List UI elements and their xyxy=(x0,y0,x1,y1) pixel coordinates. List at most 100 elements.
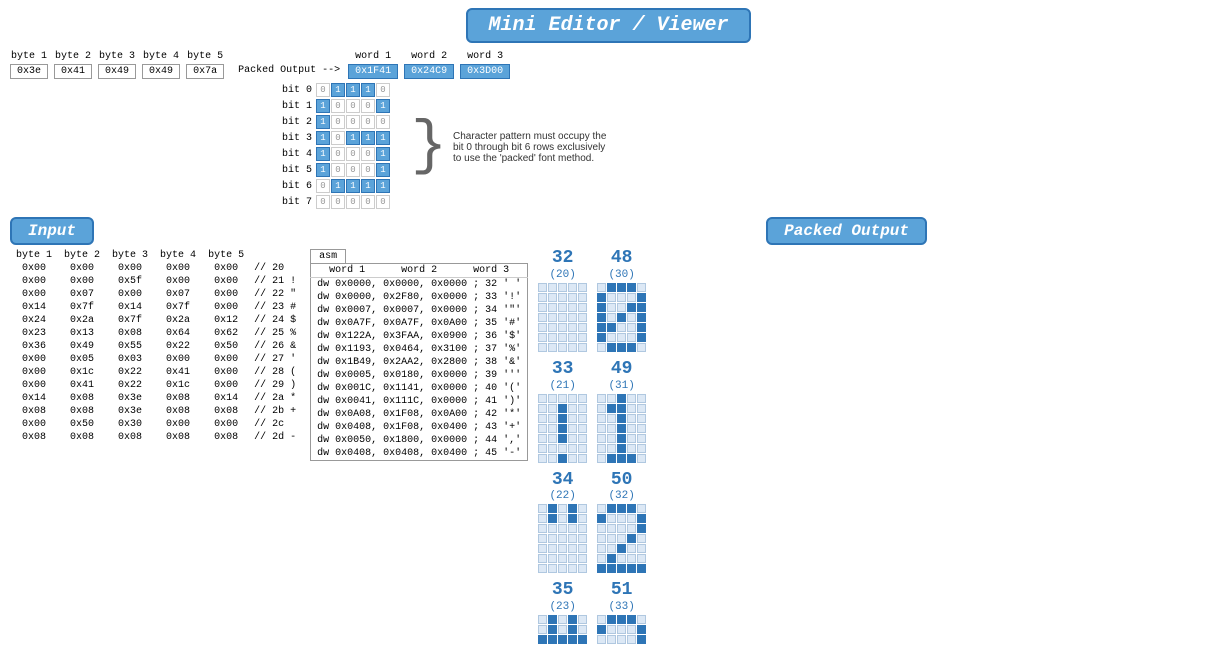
bit-cell-7-4[interactable]: 0 xyxy=(376,195,390,209)
bit-cell-0-4[interactable]: 0 xyxy=(376,83,390,97)
input-cell-4-3: 0x2a xyxy=(154,314,202,327)
input-cell-3-0: 0x14 xyxy=(10,301,58,314)
bit-cell-3-0[interactable]: 1 xyxy=(316,131,330,145)
char-cell-34-0-4 xyxy=(578,504,587,513)
char-cell-50-2-4 xyxy=(637,524,646,533)
bit-cell-5-1[interactable]: 0 xyxy=(331,163,345,177)
bit-cell-1-0[interactable]: 1 xyxy=(316,99,330,113)
char-cell-32-0-1 xyxy=(548,283,557,292)
bit-cell-6-4[interactable]: 1 xyxy=(376,179,390,193)
char-grid-50 xyxy=(597,504,646,573)
input-cell-10-2: 0x3e xyxy=(106,392,154,405)
char-cell-49-3-3 xyxy=(627,424,636,433)
char-cell-32-6-0 xyxy=(538,343,547,352)
bit-cell-4-3[interactable]: 0 xyxy=(361,147,375,161)
input-cell-3-1: 0x7f xyxy=(58,301,106,314)
bit-cell-2-4[interactable]: 0 xyxy=(376,115,390,129)
char-cell-49-0-4 xyxy=(637,394,646,403)
input-cell-6-5: // 26 & xyxy=(250,340,300,353)
char-cell-33-6-4 xyxy=(578,454,587,463)
bit-cell-0-2[interactable]: 1 xyxy=(346,83,360,97)
bit-cell-0-3[interactable]: 1 xyxy=(361,83,375,97)
char-cell-34-1-3 xyxy=(568,514,577,523)
char-cell-32-0-4 xyxy=(578,283,587,292)
char-num-34: 34 xyxy=(552,471,574,491)
input-label: Input xyxy=(10,217,94,245)
bit-cell-5-2[interactable]: 0 xyxy=(346,163,360,177)
asm-tab[interactable]: asm xyxy=(310,249,346,263)
char-cell-35-2-4 xyxy=(578,635,587,644)
table-row: 0x360x490x550x220x50// 26 & xyxy=(10,340,300,353)
bit-cell-4-1[interactable]: 0 xyxy=(331,147,345,161)
input-cell-11-5: // 2b + xyxy=(250,405,300,418)
char-cell-33-2-3 xyxy=(568,414,577,423)
char-sub-51: (33) xyxy=(608,601,634,613)
char-cell-33-2-1 xyxy=(548,414,557,423)
char-cell-35-0-1 xyxy=(548,615,557,624)
char-cell-34-1-0 xyxy=(538,514,547,523)
char-cell-35-0-3 xyxy=(568,615,577,624)
bit-cell-1-3[interactable]: 0 xyxy=(361,99,375,113)
char-cell-34-2-2 xyxy=(558,524,567,533)
char-cell-34-6-0 xyxy=(538,564,547,573)
char-cell-49-0-0 xyxy=(597,394,606,403)
bit-cell-0-0[interactable]: 0 xyxy=(316,83,330,97)
bit-cell-6-1[interactable]: 1 xyxy=(331,179,345,193)
bit-cell-3-4[interactable]: 1 xyxy=(376,131,390,145)
bit-cell-7-2[interactable]: 0 xyxy=(346,195,360,209)
char-cell-33-6-3 xyxy=(568,454,577,463)
bit-cell-1-2[interactable]: 0 xyxy=(346,99,360,113)
char-cell-49-1-0 xyxy=(597,404,606,413)
char-cell-33-2-4 xyxy=(578,414,587,423)
bit-cell-3-1[interactable]: 0 xyxy=(331,131,345,145)
char-cell-48-0-4 xyxy=(637,283,646,292)
char-cell-33-5-3 xyxy=(568,444,577,453)
bit-row-0: bit 001110 xyxy=(280,83,391,97)
bit-cell-6-3[interactable]: 1 xyxy=(361,179,375,193)
input-cell-13-0: 0x08 xyxy=(10,431,58,444)
char-cell-35-1-1 xyxy=(548,625,557,634)
bit-cell-3-3[interactable]: 1 xyxy=(361,131,375,145)
char-cell-48-5-2 xyxy=(617,333,626,342)
bit-cell-2-1[interactable]: 0 xyxy=(331,115,345,129)
bit-cell-7-3[interactable]: 0 xyxy=(361,195,375,209)
char-preview-51: 51(33) xyxy=(597,581,646,645)
bit-cell-5-3[interactable]: 0 xyxy=(361,163,375,177)
input-cell-12-2: 0x30 xyxy=(106,418,154,431)
char-cell-33-4-1 xyxy=(548,434,557,443)
bit-cell-6-0[interactable]: 0 xyxy=(316,179,330,193)
bit-cell-2-0[interactable]: 1 xyxy=(316,115,330,129)
table-row: 0x000x500x300x000x00// 2c xyxy=(10,418,300,431)
table-row: 0x230x130x080x640x62// 25 % xyxy=(10,327,300,340)
char-cell-32-6-1 xyxy=(548,343,557,352)
table-row: dw 0x0050, 0x1800, 0x0000 ; 44 ',' xyxy=(311,434,528,447)
bit-cell-5-0[interactable]: 1 xyxy=(316,163,330,177)
bit-cell-1-1[interactable]: 0 xyxy=(331,99,345,113)
bit-cell-4-4[interactable]: 1 xyxy=(376,147,390,161)
bit-cell-5-4[interactable]: 1 xyxy=(376,163,390,177)
bit-cell-4-0[interactable]: 1 xyxy=(316,147,330,161)
bit-cell-4-2[interactable]: 0 xyxy=(346,147,360,161)
bit-cell-2-2[interactable]: 0 xyxy=(346,115,360,129)
bit-cell-3-2[interactable]: 1 xyxy=(346,131,360,145)
bit-cell-7-1[interactable]: 0 xyxy=(331,195,345,209)
input-cell-9-2: 0x22 xyxy=(106,379,154,392)
bit-cell-2-3[interactable]: 0 xyxy=(361,115,375,129)
char-cell-50-6-3 xyxy=(627,564,636,573)
bit-cell-6-2[interactable]: 1 xyxy=(346,179,360,193)
word-group-2: word 20x24C9 xyxy=(404,51,454,79)
char-cell-51-1-4 xyxy=(637,625,646,634)
char-cell-32-1-4 xyxy=(578,293,587,302)
bit-cell-0-1[interactable]: 1 xyxy=(331,83,345,97)
input-cell-13-5: // 2d - xyxy=(250,431,300,444)
char-preview-33: 33(21) xyxy=(538,360,587,463)
char-cell-49-2-2 xyxy=(617,414,626,423)
bit-cell-7-0[interactable]: 0 xyxy=(316,195,330,209)
input-cell-12-0: 0x00 xyxy=(10,418,58,431)
char-cell-48-6-4 xyxy=(637,343,646,352)
char-cell-34-3-1 xyxy=(548,534,557,543)
char-cell-50-3-4 xyxy=(637,534,646,543)
bit-cell-1-4[interactable]: 1 xyxy=(376,99,390,113)
char-cell-33-5-2 xyxy=(558,444,567,453)
packed-row-4: dw 0x122A, 0x3FAA, 0x0900 ; 36 '$' xyxy=(311,330,528,343)
